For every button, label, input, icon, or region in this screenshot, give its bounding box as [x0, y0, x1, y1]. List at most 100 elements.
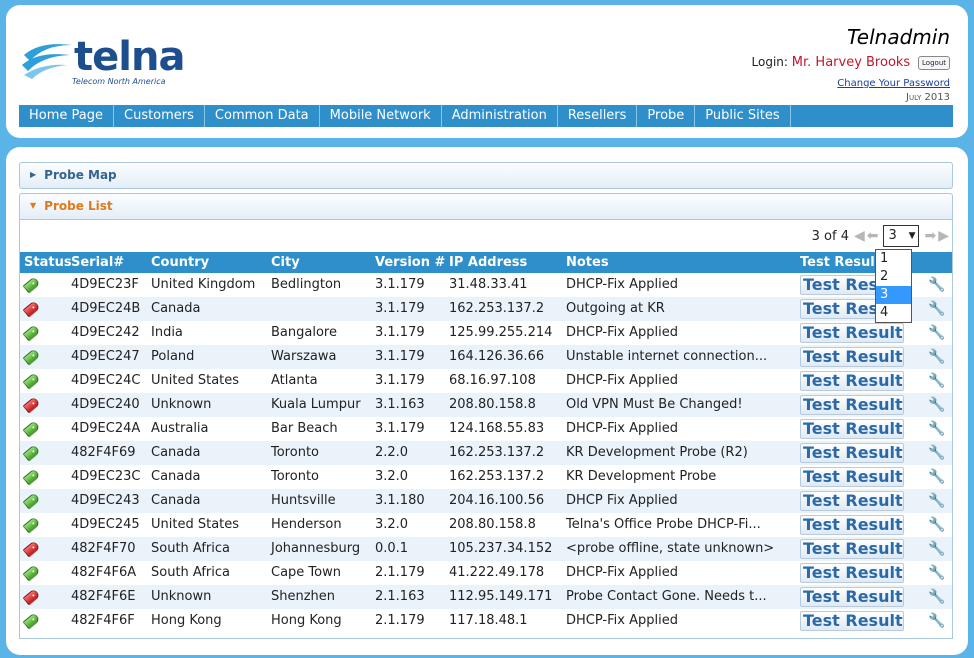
test-results-button[interactable]: Test Results — [800, 443, 904, 463]
wrench-icon[interactable]: 🔧 — [928, 345, 945, 369]
wrench-icon[interactable]: 🔧 — [928, 297, 945, 321]
nav-probe[interactable]: Probe — [637, 105, 696, 127]
table-row[interactable]: 4D9EC24C United States Atlanta 3.1.179 68.16… — [20, 369, 952, 393]
nav-resellers[interactable]: Resellers — [558, 105, 638, 127]
wrench-icon[interactable]: 🔧 — [928, 561, 945, 585]
action-cell: 🔧 — [928, 297, 952, 321]
action-cell: 🔧 — [928, 369, 952, 393]
nav-customers[interactable]: Customers — [114, 105, 205, 127]
serial-cell: 4D9EC247 — [71, 349, 140, 364]
page-option[interactable]: 4 — [876, 304, 911, 322]
test-results-button[interactable]: Test Results — [800, 347, 904, 367]
first-page-icon[interactable]: ◀ — [854, 228, 865, 244]
wrench-icon[interactable]: 🔧 — [928, 537, 945, 561]
test-results-button[interactable]: Test Results — [800, 371, 904, 391]
serial-cell: 4D9EC242 — [71, 325, 140, 340]
wrench-icon[interactable]: 🔧 — [928, 489, 945, 513]
status-cell — [20, 417, 71, 441]
page-dropdown-list: 1 2 3 4 — [875, 249, 912, 323]
page-option[interactable]: 2 — [876, 268, 911, 286]
change-password-link[interactable]: Change Your Password — [752, 78, 950, 89]
status-ok-tag-icon — [22, 564, 41, 582]
telna-logo[interactable]: telna Telecom North America — [20, 37, 185, 89]
table-row[interactable]: 4D9EC247 Poland Warszawa 3.1.179 164.126.36.… — [20, 345, 952, 369]
col-serial[interactable]: Serial# — [71, 252, 151, 273]
table-row[interactable]: 4D9EC245 United States Henderson 3.2.0 208.8… — [20, 513, 952, 537]
col-notes[interactable]: Notes — [566, 252, 800, 273]
probe-map-header[interactable]: ▶ Probe Map — [19, 162, 953, 189]
test-results-cell: Test Results — [800, 537, 928, 561]
nav-administration[interactable]: Administration — [442, 105, 558, 127]
serial-cell: 4D9EC240 — [71, 397, 140, 412]
prev-page-icon[interactable]: ⬅ — [867, 228, 879, 244]
col-country[interactable]: Country — [151, 252, 271, 273]
wrench-icon[interactable]: 🔧 — [928, 585, 945, 609]
wrench-icon[interactable]: 🔧 — [928, 441, 945, 465]
col-city[interactable]: City — [271, 252, 375, 273]
last-page-icon[interactable]: ▶ — [938, 228, 949, 244]
probe-list-header[interactable]: ▼ Probe List — [19, 193, 953, 220]
table-row[interactable]: 482F4F6E Unknown Shenzhen 2.1.163 112.95.149… — [20, 585, 952, 609]
page-option[interactable]: 1 — [876, 250, 911, 268]
table-row[interactable]: 4D9EC23F United Kingdom Bedlington 3.1.179 3… — [20, 273, 952, 297]
city-cell — [271, 297, 375, 321]
wrench-icon[interactable]: 🔧 — [928, 273, 945, 297]
test-results-button[interactable]: Test Results — [800, 563, 904, 583]
ip-cell: 162.253.137.2 — [449, 469, 545, 484]
test-results-cell: Test Results — [800, 561, 928, 585]
wrench-icon[interactable]: 🔧 — [928, 393, 945, 417]
test-results-button[interactable]: Test Results — [800, 611, 904, 631]
test-results-button[interactable]: Test Results — [800, 467, 904, 487]
page-select[interactable]: 3 ▼ — [883, 225, 920, 247]
table-row[interactable]: 4D9EC240 Unknown Kuala Lumpur 3.1.163 208.80… — [20, 393, 952, 417]
table-row[interactable]: 482F4F69 Canada Toronto 2.2.0 162.253.137.2 K… — [20, 441, 952, 465]
nav-public-sites[interactable]: Public Sites — [695, 105, 791, 127]
nav-mobile-network[interactable]: Mobile Network — [320, 105, 442, 127]
test-results-button[interactable]: Test Results — [800, 587, 904, 607]
version-cell: 0.0.1 — [375, 541, 409, 556]
table-row[interactable]: 4D9EC24A Australia Bar Beach 3.1.179 124.168… — [20, 417, 952, 441]
wrench-icon[interactable]: 🔧 — [928, 513, 945, 537]
test-results-button[interactable]: Test Results — [800, 323, 904, 343]
notes-cell: Probe Contact Gone. Needs t... — [566, 589, 767, 604]
action-cell: 🔧 — [928, 417, 952, 441]
notes-cell: KR Development Probe (R2) — [566, 445, 748, 460]
logout-button[interactable]: Logout — [918, 55, 950, 70]
wrench-icon[interactable]: 🔧 — [928, 369, 945, 393]
wrench-icon[interactable]: 🔧 — [928, 417, 945, 441]
notes-cell: DHCP-Fix Applied — [566, 565, 678, 580]
serial-cell: 4D9EC243 — [71, 493, 140, 508]
ip-cell: 112.95.149.171 — [449, 589, 553, 604]
next-page-icon[interactable]: ➡ — [924, 228, 936, 244]
wrench-icon[interactable]: 🔧 — [928, 321, 945, 345]
table-row[interactable]: 4D9EC23C Canada Toronto 3.2.0 162.253.137.2 K… — [20, 465, 952, 489]
logo-wordmark: telna — [74, 34, 185, 80]
action-cell: 🔧 — [928, 489, 952, 513]
nav-common-data[interactable]: Common Data — [205, 105, 320, 127]
status-ok-tag-icon — [22, 492, 41, 510]
test-results-button[interactable]: Test Results — [800, 395, 904, 415]
test-results-button[interactable]: Test Results — [800, 515, 904, 535]
test-results-button[interactable]: Test Results — [800, 419, 904, 439]
serial-cell: 4D9EC24C — [71, 373, 141, 388]
wrench-icon[interactable]: 🔧 — [928, 465, 945, 489]
nav-home-page[interactable]: Home Page — [19, 105, 114, 127]
country-cell: Canada — [151, 445, 201, 460]
page-option-selected[interactable]: 3 — [876, 286, 911, 304]
version-cell: 3.1.163 — [375, 397, 425, 412]
table-row[interactable]: 482F4F6F Hong Kong Hong Kong 2.1.179 117.18.… — [20, 609, 952, 633]
wrench-icon[interactable]: 🔧 — [928, 609, 945, 633]
col-ip[interactable]: IP Address — [449, 252, 566, 273]
table-row[interactable]: 482F4F70 South Africa Johannesburg 0.0.1 105… — [20, 537, 952, 561]
test-results-button[interactable]: Test Results — [800, 539, 904, 559]
col-status[interactable]: Status — [20, 252, 72, 273]
table-row[interactable]: 4D9EC24B Canada 3.1.179 162.253.137.2 Outgoi… — [20, 297, 952, 321]
table-row[interactable]: 482F4F6A South Africa Cape Town 2.1.179 41.2… — [20, 561, 952, 585]
user-name: Mr. Harvey Brooks — [791, 55, 911, 70]
table-row[interactable]: 4D9EC243 Canada Huntsville 3.1.180 204.16.10… — [20, 489, 952, 513]
app-name: Telnadmin — [847, 25, 950, 49]
table-row[interactable]: 4D9EC242 India Bangalore 3.1.179 125.99.255.… — [20, 321, 952, 345]
country-cell: Canada — [151, 493, 201, 508]
col-version[interactable]: Version # — [375, 252, 449, 273]
test-results-button[interactable]: Test Results — [800, 491, 904, 511]
